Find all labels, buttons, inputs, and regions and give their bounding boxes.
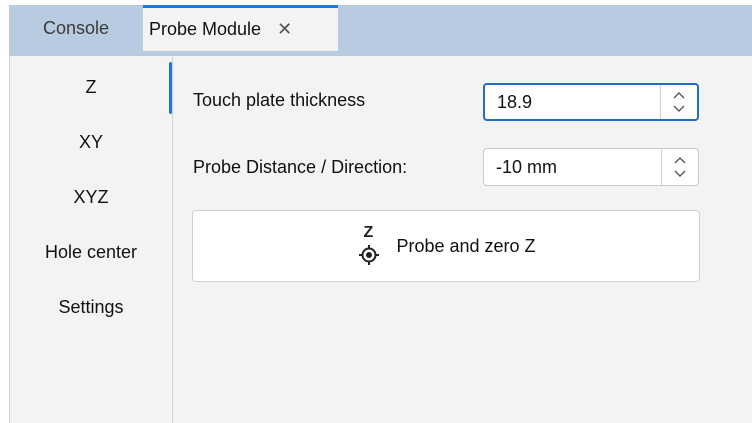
touch-plate-stepper[interactable] [660, 85, 697, 119]
sidebar-item-label: XY [78, 131, 103, 152]
sidebar-item-xy[interactable]: XY [10, 115, 172, 169]
probe-distance-spinbox[interactable]: -10 mm [483, 148, 699, 186]
probe-window: Console Probe Module ✕ Z XY XYZ Hole cen… [0, 0, 752, 423]
tab-console[interactable]: Console [9, 5, 143, 51]
tab-console-label: Console [42, 17, 110, 38]
sidebar-item-z[interactable]: Z [10, 60, 172, 114]
stepper-up-down-icon[interactable] [672, 89, 686, 115]
sidebar-divider [172, 56, 173, 423]
sidebar-item-xyz[interactable]: XYZ [10, 170, 172, 224]
close-icon[interactable]: ✕ [277, 19, 292, 40]
selected-item-indicator [169, 62, 172, 114]
probe-and-zero-z-button[interactable]: Z Probe and zero Z [192, 210, 700, 282]
sidebar-item-label: Settings [58, 296, 124, 317]
tab-probe-module[interactable]: Probe Module ✕ [143, 5, 338, 51]
stepper-up-down-icon[interactable] [673, 154, 687, 180]
sidebar-item-label: XYZ [73, 186, 109, 207]
probe-icon-letter: Z [363, 224, 374, 241]
probe-distance-stepper[interactable] [661, 149, 698, 185]
touch-plate-label: Touch plate thickness [193, 90, 366, 110]
touch-plate-thickness-spinbox[interactable]: 18.9 [483, 83, 699, 121]
probe-button-label: Probe and zero Z [396, 235, 536, 256]
sidebar-item-label: Z [85, 76, 97, 97]
probe-target-icon: Z [356, 224, 382, 266]
probe-distance-label: Probe Distance / Direction: [193, 157, 408, 177]
probe-distance-value[interactable]: -10 mm [484, 157, 661, 178]
touch-plate-thickness-value[interactable]: 18.9 [485, 92, 660, 113]
probe-mode-sidebar: Z XY XYZ Hole center Settings [10, 56, 172, 423]
sidebar-item-label: Hole center [44, 241, 138, 262]
crosshair-icon [359, 245, 380, 265]
sidebar-item-settings[interactable]: Settings [10, 280, 172, 334]
tab-probe-module-label: Probe Module [149, 19, 262, 39]
sidebar-item-hole-center[interactable]: Hole center [10, 225, 172, 279]
